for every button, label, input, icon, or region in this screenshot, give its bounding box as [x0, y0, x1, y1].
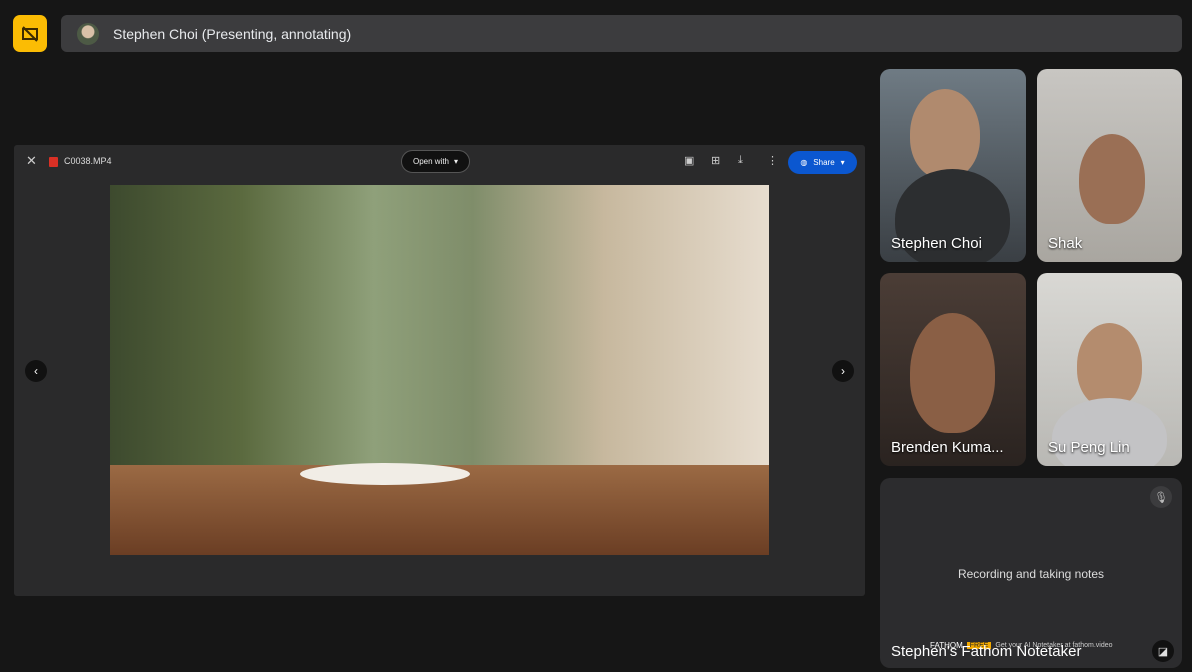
participant-tile[interactable]: Brenden Kuma... — [880, 273, 1026, 466]
close-button[interactable]: ✕ — [26, 153, 37, 169]
globe-icon: ◍ — [800, 158, 808, 167]
participant-name: Stephen's Fathom Notetaker — [891, 643, 1082, 660]
share-button[interactable]: ◍ Share ▾ — [788, 151, 857, 174]
viewer-toolbar: ✕ C0038.MP4 Open with ▾ ▣ ⊞ ⤓ ⋮ ◍ Share ▾ — [14, 145, 865, 179]
add-to-folder-icon[interactable]: ▣ — [684, 154, 694, 167]
notetaker-status: Recording and taking notes — [957, 567, 1105, 581]
participant-name: Stephen Choi — [891, 235, 982, 252]
presenter-bar: Stephen Choi (Presenting, annotating) — [61, 15, 1182, 52]
present-off-icon — [22, 25, 38, 42]
video-frame[interactable] — [110, 185, 769, 555]
open-with-button[interactable]: Open with ▾ — [401, 150, 470, 173]
file-name: C0038.MP4 — [64, 156, 112, 166]
share-label: Share — [813, 158, 835, 167]
participant-name: Brenden Kuma... — [891, 439, 1004, 456]
presenter-avatar — [77, 22, 99, 45]
participant-name: Su Peng Lin — [1048, 439, 1130, 456]
participant-tile[interactable]: Su Peng Lin — [1037, 273, 1182, 466]
add-comment-icon[interactable]: ⊞ — [711, 154, 720, 167]
more-icon[interactable]: ⋮ — [767, 154, 778, 167]
presenter-label: Stephen Choi (Presenting, annotating) — [113, 25, 352, 42]
video-file-icon — [49, 157, 58, 167]
shared-screen: ✕ C0038.MP4 Open with ▾ ▣ ⊞ ⤓ ⋮ ◍ Share ▾ ‹… — [14, 145, 865, 596]
mic-off-icon: 🎙 — [1150, 486, 1172, 508]
open-with-label: Open with — [412, 157, 449, 166]
notetaker-tile[interactable]: 🎙 Recording and taking notes FATHOM FREE… — [880, 478, 1182, 668]
download-icon[interactable]: ⤓ — [738, 154, 743, 167]
chevron-down-icon: ▾ — [454, 157, 459, 166]
pip-icon[interactable]: ◪ — [1152, 640, 1174, 662]
participant-name: Shak — [1048, 235, 1083, 252]
next-button[interactable]: › — [832, 360, 854, 382]
participant-tile[interactable]: Stephen Choi — [880, 69, 1026, 262]
stop-presenting-button[interactable] — [13, 15, 47, 52]
chevron-down-icon: ▾ — [840, 158, 845, 167]
previous-button[interactable]: ‹ — [25, 360, 47, 382]
participant-tile[interactable]: Shak — [1037, 69, 1182, 262]
